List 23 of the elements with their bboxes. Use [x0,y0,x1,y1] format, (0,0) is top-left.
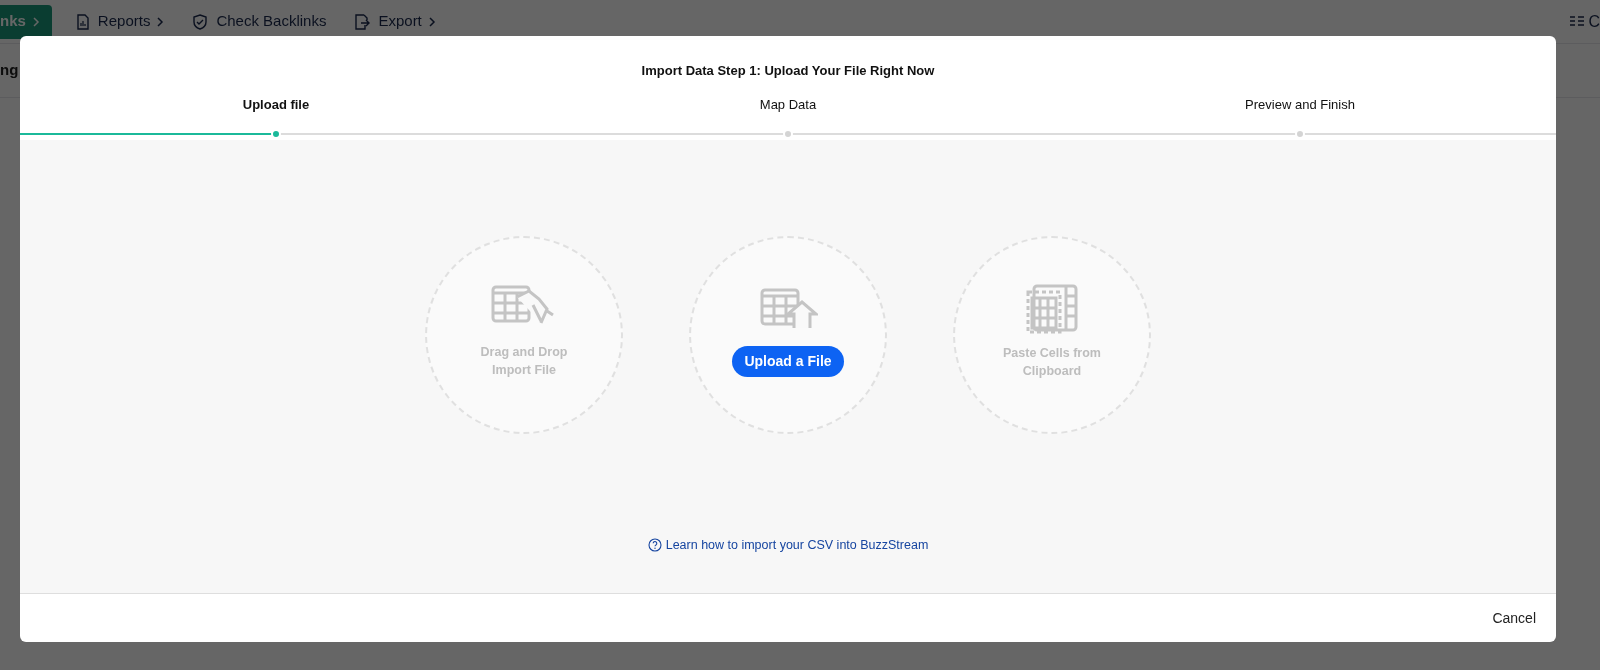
shield-check-icon [192,13,209,30]
toolbar-label: C [1588,11,1600,32]
export-icon [354,13,371,30]
help-link[interactable]: Learn how to import your CSV into BuzzStream [647,536,929,555]
help-icon [647,538,662,553]
toolbar-button[interactable]: Check Backlinks [192,10,327,33]
document-icon [75,13,90,30]
step-label[interactable]: Upload file [242,94,310,114]
cancel-button[interactable]: Cancel [1492,607,1536,629]
option-label: Paste Cells from Clipboard [1002,345,1102,380]
chevron-icon [156,15,165,28]
option-label: Drag and Drop Import File [479,344,569,379]
dialog-title: Import Data Step 1: Upload Your File Right Now [641,62,935,80]
toolbar-button[interactable]: Export [354,10,436,33]
step-label[interactable]: Preview and Finish [1245,94,1355,114]
side-label: ng [0,60,19,81]
table-paste-icon [1024,284,1080,334]
toolbar-button[interactable]: Reports [75,10,165,33]
step-label[interactable]: Map Data [759,94,817,114]
upload-button[interactable]: Upload a File [732,345,844,377]
columns-icon [1570,14,1585,29]
chevron-icon [427,15,436,28]
chevron-icon [31,15,40,28]
